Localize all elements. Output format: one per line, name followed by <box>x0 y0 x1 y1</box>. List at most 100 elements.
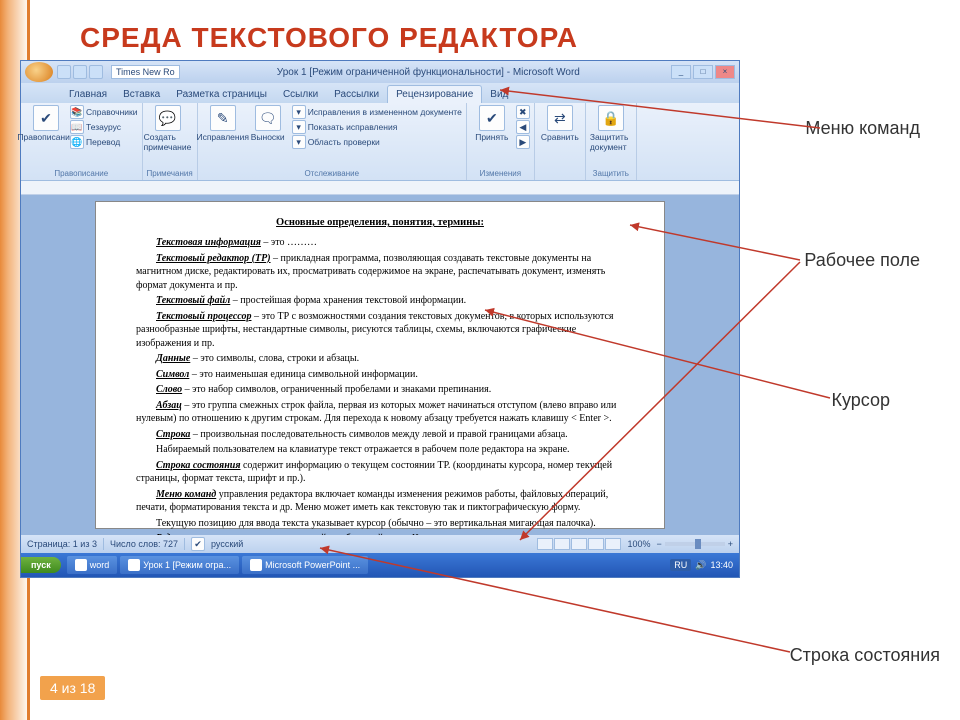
show-markup-dropdown[interactable]: ▾Показать исправления <box>292 120 462 134</box>
reject-icon: ✖ <box>516 105 530 119</box>
powerpoint-icon <box>250 559 262 571</box>
doc-paragraph: Меню команд управления редактора включае… <box>136 488 624 515</box>
reviewing-pane-dropdown[interactable]: ▾Область проверки <box>292 135 462 149</box>
close-button[interactable]: × <box>715 65 735 79</box>
doc-paragraph: Текущую позицию для ввода текста указыва… <box>136 517 624 531</box>
tab-mailings[interactable]: Рассылки <box>326 86 387 103</box>
tray-icon[interactable]: 🔊 <box>695 560 706 571</box>
doc-paragraph: Строка – произвольная последовательность… <box>136 428 624 442</box>
horizontal-ruler[interactable] <box>21 181 739 195</box>
lock-icon: 🔒 <box>598 105 624 131</box>
qat-redo-icon[interactable] <box>89 65 103 79</box>
doc-paragraph: Текстовая информация – это ……… <box>136 236 624 250</box>
zoom-slider[interactable]: − + <box>656 539 733 549</box>
office-button[interactable] <box>25 62 53 82</box>
zoom-level[interactable]: 100% <box>627 539 650 549</box>
qat-undo-icon[interactable] <box>73 65 87 79</box>
draft-view-button[interactable] <box>605 538 621 550</box>
tab-review[interactable]: Рецензирование <box>387 85 482 103</box>
pane-icon: ▾ <box>292 135 306 149</box>
taskbar-item-folder[interactable]: word <box>67 556 118 574</box>
slide-title: СРЕДА ТЕКСТОВОГО РЕДАКТОРА <box>80 22 578 54</box>
group-compare-label <box>539 177 581 178</box>
start-button[interactable]: пуск <box>21 557 61 573</box>
qat-save-icon[interactable] <box>57 65 71 79</box>
spellcheck-button[interactable]: ✔ Правописание <box>25 105 67 142</box>
accept-label: Принять <box>475 132 508 142</box>
titlebar: Times New Ro Урок 1 [Режим ограниченной … <box>21 61 739 83</box>
balloons-button[interactable]: 🗨 Выноски <box>247 105 289 142</box>
prev-change-button[interactable]: ◀ <box>516 120 530 134</box>
outline-view-button[interactable] <box>588 538 604 550</box>
fullscreen-view-button[interactable] <box>554 538 570 550</box>
new-comment-label: Создать примечание <box>144 132 192 152</box>
doc-paragraph: Слово – это набор символов, ограниченный… <box>136 383 624 397</box>
protect-button[interactable]: 🔒 Защитить документ <box>590 105 632 152</box>
proofing-status-icon[interactable]: ✔ <box>191 537 205 551</box>
doc-paragraph: Строка состояния содержит информацию о т… <box>136 459 624 486</box>
comment-icon: 💬 <box>155 105 181 131</box>
window-title: Урок 1 [Режим ограниченной функционально… <box>186 67 671 78</box>
doc-icon: ▾ <box>292 105 306 119</box>
display-for-review-dropdown[interactable]: ▾Исправления в измененном документе <box>292 105 462 119</box>
print-layout-view-button[interactable] <box>537 538 553 550</box>
track-changes-button[interactable]: ✎ Исправления <box>202 105 244 142</box>
doc-paragraph: Символ – это наименьшая единица символьн… <box>136 368 624 382</box>
prev-icon: ◀ <box>516 120 530 134</box>
window-controls: _ □ × <box>671 65 735 79</box>
translate-button[interactable]: 🌐Перевод <box>70 135 138 149</box>
doc-paragraph: Текстовый редактор (ТР) – прикладная про… <box>136 252 624 293</box>
status-separator <box>103 538 104 550</box>
group-changes-label: Изменения <box>471 168 530 178</box>
track-icon: ✎ <box>210 105 236 131</box>
callout-workarea: Рабочее поле <box>804 250 920 271</box>
taskbar-item-word[interactable]: Урок 1 [Режим огра... <box>120 556 239 574</box>
tab-home[interactable]: Главная <box>61 86 115 103</box>
group-comments: 💬 Создать примечание Примечания <box>143 103 198 180</box>
tab-layout[interactable]: Разметка страницы <box>168 86 275 103</box>
tab-view[interactable]: Вид <box>482 86 516 103</box>
spellcheck-label: Правописание <box>17 132 74 142</box>
status-wordcount[interactable]: Число слов: 727 <box>110 539 178 549</box>
accept-button[interactable]: ✔ Принять <box>471 105 513 142</box>
thesaurus-button[interactable]: 📖Тезаурус <box>70 120 138 134</box>
zoom-out-icon[interactable]: − <box>656 539 661 549</box>
balloons-label: Выноски <box>251 132 285 142</box>
group-tracking-label: Отслеживание <box>202 168 462 178</box>
maximize-button[interactable]: □ <box>693 65 713 79</box>
status-page[interactable]: Страница: 1 из 3 <box>27 539 97 549</box>
doc-heading: Основные определения, понятия, термины: <box>136 216 624 230</box>
system-tray: RU 🔊 13:40 <box>670 559 739 571</box>
compare-button[interactable]: ⇄ Сравнить <box>539 105 581 142</box>
tab-insert[interactable]: Вставка <box>115 86 168 103</box>
font-selector[interactable]: Times New Ro <box>111 65 180 79</box>
accept-icon: ✔ <box>479 105 505 131</box>
document-page[interactable]: Основные определения, понятия, термины: … <box>95 201 665 529</box>
doc-paragraph: Набираемый пользователем на клавиатуре т… <box>136 443 624 457</box>
next-icon: ▶ <box>516 135 530 149</box>
research-button[interactable]: 📚Справочники <box>70 105 138 119</box>
doc-paragraph: Данные – это символы, слова, строки и аб… <box>136 352 624 366</box>
clock[interactable]: 13:40 <box>710 560 733 570</box>
view-buttons <box>537 538 621 550</box>
group-proofing: ✔ Правописание 📚Справочники 📖Тезаурус 🌐П… <box>21 103 143 180</box>
show-icon: ▾ <box>292 120 306 134</box>
doc-paragraph: Текстовый процессор – это ТР с возможнос… <box>136 310 624 351</box>
status-language[interactable]: русский <box>211 539 243 549</box>
new-comment-button[interactable]: 💬 Создать примечание <box>147 105 189 152</box>
group-protect-label: Защитить <box>590 168 632 178</box>
language-indicator[interactable]: RU <box>670 559 691 571</box>
web-layout-view-button[interactable] <box>571 538 587 550</box>
next-change-button[interactable]: ▶ <box>516 135 530 149</box>
group-protect: 🔒 Защитить документ Защитить <box>586 103 637 180</box>
document-area[interactable]: Основные определения, понятия, термины: … <box>21 195 739 535</box>
group-proofing-label: Правописание <box>25 168 138 178</box>
callout-statusbar: Строка состояния <box>790 645 940 666</box>
word-icon <box>128 559 140 571</box>
taskbar-item-powerpoint[interactable]: Microsoft PowerPoint ... <box>242 556 368 574</box>
zoom-in-icon[interactable]: + <box>728 539 733 549</box>
reject-button[interactable]: ✖ <box>516 105 530 119</box>
tab-references[interactable]: Ссылки <box>275 86 326 103</box>
slide-number: 4 из 18 <box>40 676 105 700</box>
minimize-button[interactable]: _ <box>671 65 691 79</box>
